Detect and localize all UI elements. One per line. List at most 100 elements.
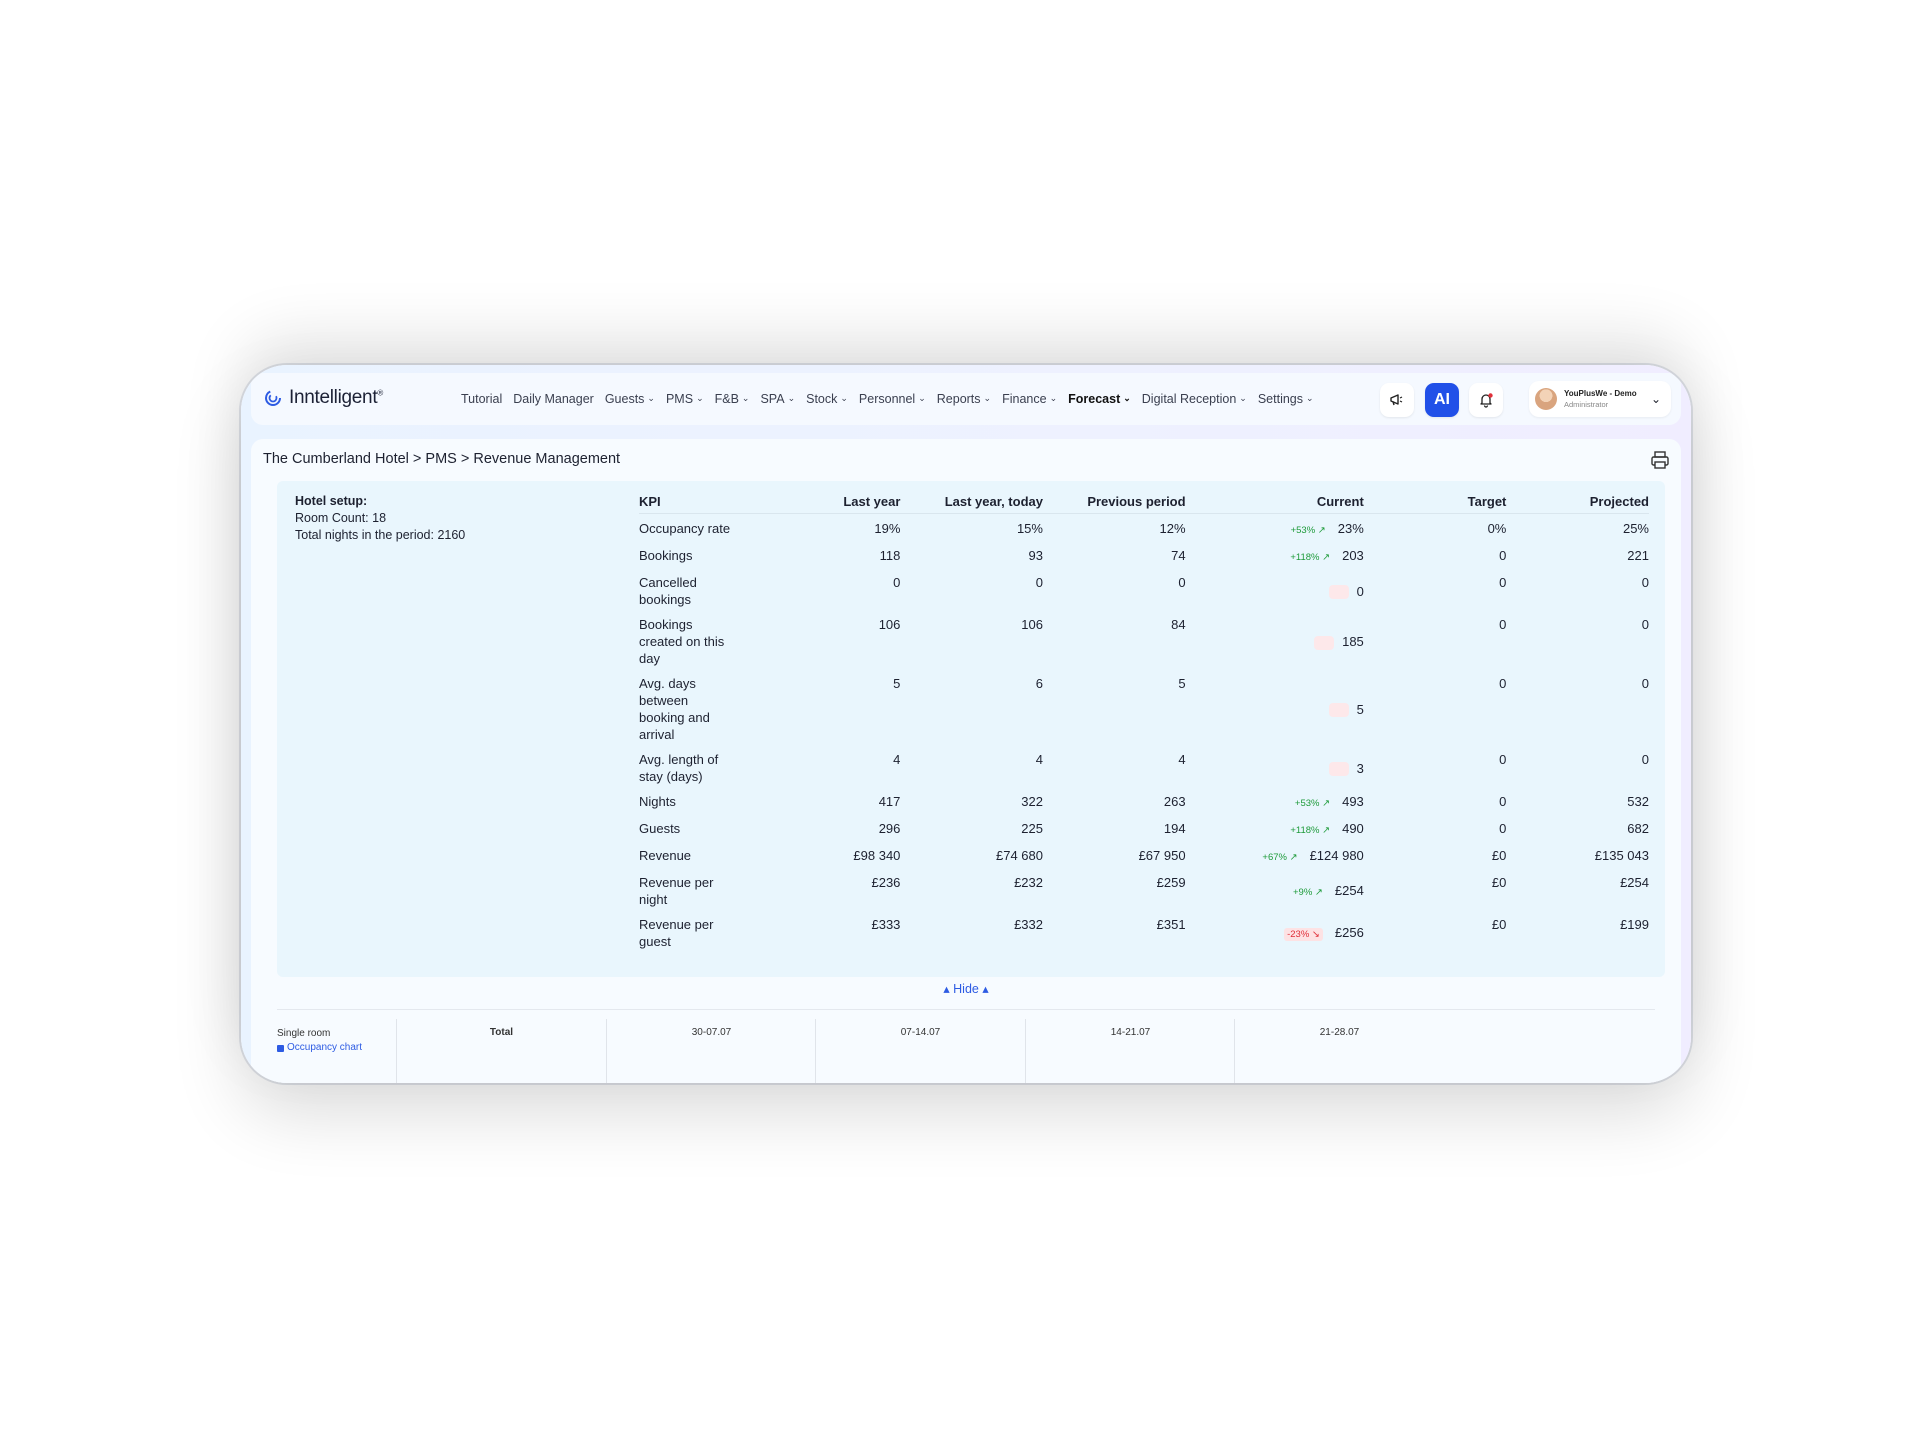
nav-item-label: Daily Manager [513, 392, 594, 406]
cell-last-year-today: £74 680 [995, 848, 1043, 863]
nav-item-spa[interactable]: SPA ⌄ [760, 392, 795, 406]
table-row: Avg. length of stay (days) 4 4 4 3 0 0 [639, 745, 1649, 787]
cell-last-year: £98 340 [853, 848, 901, 863]
table-row: Bookings created on this day 106 106 84 185 0… [639, 610, 1649, 669]
nav-item-label: Personnel [858, 392, 916, 406]
divider [277, 1009, 1655, 1010]
total-nights: Total nights in the period: 2160 [295, 528, 466, 542]
cell-target: 0 [1499, 617, 1507, 632]
print-icon[interactable] [1649, 449, 1671, 471]
user-menu[interactable]: YouPlusWe - Demo Administrator ⌄ [1529, 381, 1671, 417]
logo[interactable]: Inntelligent® [263, 387, 383, 409]
ai-button[interactable]: AI [1425, 383, 1459, 417]
cell-previous: £351 [1156, 917, 1186, 932]
nav-item-personnel[interactable]: Personnel ⌄ [859, 392, 926, 406]
nav-item-f-b[interactable]: F&B ⌄ [715, 392, 750, 406]
avatar [1535, 388, 1557, 410]
cell-projected: £135 043 [1594, 848, 1649, 863]
bell-icon [1480, 393, 1493, 408]
kpi-name: Bookings [639, 548, 693, 563]
cell-target: 0 [1499, 676, 1507, 691]
nav-item-label: SPA [760, 392, 785, 406]
cell-target: £0 [1491, 875, 1507, 890]
cell-last-year: £333 [871, 917, 901, 932]
current-value: £254 [1334, 882, 1364, 898]
nav-item-guests[interactable]: Guests ⌄ [605, 392, 655, 406]
kpi-name: Guests [639, 821, 681, 836]
cell-current: +118% ↗ 490 [1186, 814, 1364, 841]
change-badge: +53% ↗ [1290, 525, 1326, 536]
main-nav: Tutorial Daily Manager Guests ⌄ PMS ⌄ F&B ⌄ SPA ⌄… [461, 373, 1314, 425]
user-name: YouPlusWe - Demo [1564, 389, 1637, 398]
nav-item-label: Forecast [1068, 392, 1121, 406]
logo-icon [265, 390, 281, 406]
table-row: Revenue £98 340 £74 680 £67 950 +67% ↗ £124 9… [639, 841, 1649, 868]
current-value: 5 [1356, 701, 1364, 717]
chevron-down-icon[interactable]: ⌄ [1651, 392, 1661, 406]
kpi-table: KPI Last year Last year, today Previous per… [639, 493, 1649, 952]
change-placeholder [1328, 762, 1349, 777]
kpi-name: Revenue [639, 848, 692, 863]
current-value: 185 [1342, 634, 1364, 649]
chevron-down-icon: ⌄ [741, 392, 750, 403]
nav-item-reports[interactable]: Reports ⌄ [937, 392, 991, 406]
chevron-down-icon: ⌄ [1049, 392, 1058, 403]
current-value: 490 [1342, 821, 1364, 836]
nav-item-tutorial[interactable]: Tutorial [461, 392, 502, 406]
kpi-name: Avg. days between booking and arrival [639, 676, 710, 742]
nav-item-pms[interactable]: PMS ⌄ [666, 392, 704, 406]
cell-current: 5 [1186, 669, 1364, 745]
cell-previous: 74 [1171, 548, 1186, 563]
nav-item-finance[interactable]: Finance ⌄ [1002, 392, 1057, 406]
kpi-section: Hotel setup: Room Count: 18 Total nights… [277, 481, 1665, 977]
table-row: Revenue per guest £333 £332 £351 -23% ↘ £256 £… [639, 910, 1649, 952]
cell-last-year: £236 [871, 875, 901, 890]
table-row: Nights 417 322 263 +53% ↗ 493 0 532 [639, 787, 1649, 814]
notifications-button[interactable] [1469, 383, 1503, 417]
cell-last-year-today: £332 [1014, 917, 1043, 932]
occupancy-chart-link[interactable]: Occupancy chart [277, 1041, 362, 1055]
chevron-down-icon: ⌄ [647, 392, 655, 403]
hide-toggle[interactable]: ▴ Hide ▴ [251, 981, 1681, 996]
change-badge: -23% ↘ [1284, 927, 1323, 941]
cell-target: £0 [1491, 917, 1507, 932]
nav-item-label: Reports [936, 392, 981, 406]
nav-item-label: Guests [604, 392, 645, 406]
week-column-header: 07-14.07 [815, 1019, 1025, 1083]
nav-item-settings[interactable]: Settings ⌄ [1258, 392, 1314, 406]
column-header: KPI [639, 493, 746, 514]
cell-previous: £259 [1156, 875, 1186, 890]
nav-item-label: Settings [1257, 392, 1303, 406]
current-value: £124 980 [1309, 848, 1364, 863]
nav-item-label: F&B [714, 392, 739, 406]
cell-previous: 5 [1178, 676, 1186, 691]
current-value: 203 [1342, 548, 1364, 563]
nav-item-digital-reception[interactable]: Digital Reception ⌄ [1142, 392, 1247, 406]
room-count: Room Count: 18 [295, 511, 387, 525]
chart-icon [277, 1044, 284, 1052]
column-header: Projected [1506, 493, 1649, 514]
chevron-down-icon: ⌄ [918, 392, 926, 403]
announcements-button[interactable] [1380, 383, 1414, 417]
cell-projected: 0 [1641, 676, 1649, 691]
cell-projected: 25% [1622, 521, 1649, 536]
cell-last-year-today: 15% [1016, 521, 1043, 536]
chevron-down-icon: ⌄ [1306, 392, 1314, 403]
column-header: Current [1185, 493, 1364, 514]
current-value: 493 [1342, 794, 1364, 809]
chevron-down-icon: ⌄ [696, 392, 704, 403]
nav-item-label: Tutorial [461, 392, 503, 406]
cell-projected: 682 [1627, 821, 1649, 836]
room-type: Single room Occupancy chart [277, 1027, 362, 1055]
cell-last-year-today: 6 [1035, 676, 1043, 691]
cell-current: 3 [1186, 745, 1364, 787]
cell-target: 0 [1499, 548, 1507, 563]
cell-last-year: 296 [878, 821, 901, 836]
column-header: Last year, today [900, 493, 1043, 514]
nav-item-stock[interactable]: Stock ⌄ [806, 392, 848, 406]
cell-target: £0 [1491, 848, 1507, 863]
nav-item-forecast[interactable]: Forecast ⌄ [1068, 392, 1131, 406]
nav-item-daily-manager[interactable]: Daily Manager [513, 392, 594, 406]
current-value: 23% [1337, 521, 1364, 536]
cell-current: +9% ↗ £254 [1186, 868, 1364, 910]
